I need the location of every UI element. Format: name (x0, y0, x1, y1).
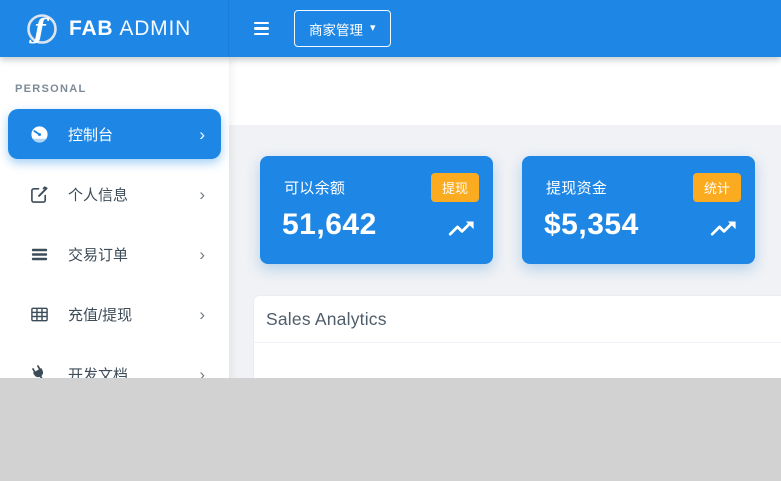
list-icon (30, 245, 49, 264)
sidebar-item-orders[interactable]: 交易订单 › (8, 229, 221, 279)
stat-card-withdraw-funds: 提现资金 统计 $5,354 (522, 156, 755, 264)
sidebar-section-label: PERSONAL (15, 83, 229, 95)
stat-card-balance: 可以余额 提现 51,642 (260, 156, 493, 264)
trending-up-icon (448, 219, 476, 242)
sidebar-item-profile[interactable]: 个人信息 › (8, 169, 221, 219)
brand-title: FAB ADMIN (69, 17, 191, 41)
stat-card-label: 提现资金 (546, 177, 607, 198)
sidebar-item-label: 个人信息 (68, 184, 128, 205)
edit-icon (30, 185, 49, 204)
brand-logo-icon: ƒ (24, 11, 60, 47)
top-navbar: ƒ FAB ADMIN 商家管理 ▾ (0, 0, 781, 57)
table-icon (30, 305, 49, 324)
sidebar-item-label: 交易订单 (68, 244, 128, 265)
chevron-right-icon: › (199, 126, 205, 143)
sidebar-item-dashboard[interactable]: 控制台 › (8, 109, 221, 159)
stat-card-label: 可以余额 (284, 177, 345, 198)
stat-card-value: $5,354 (544, 208, 639, 242)
withdraw-badge-button[interactable]: 提现 (431, 173, 479, 202)
sidebar-item-label: 充值/提现 (68, 304, 132, 325)
brand: ƒ FAB ADMIN (0, 0, 229, 57)
content-top-strip (229, 57, 781, 125)
chevron-right-icon: › (199, 306, 205, 323)
trending-up-icon (710, 219, 738, 242)
stats-badge-button[interactable]: 统计 (693, 173, 741, 202)
sidebar-toggle-icon[interactable] (254, 22, 272, 36)
brand-title-light: ADMIN (119, 17, 191, 40)
chevron-right-icon: › (199, 186, 205, 203)
stat-card-value: 51,642 (282, 208, 377, 242)
panel-title: Sales Analytics (254, 296, 781, 343)
caret-down-icon: ▾ (370, 23, 376, 34)
chevron-right-icon: › (199, 246, 205, 263)
sidebar-menu: 控制台 › 个人信息 › 交易订单 › (8, 109, 221, 399)
sidebar-item-recharge-withdraw[interactable]: 充值/提现 › (8, 289, 221, 339)
screenshot-cutoff-overlay (0, 378, 781, 481)
brand-title-bold: FAB (69, 17, 113, 40)
merchant-menu-button[interactable]: 商家管理 ▾ (294, 10, 391, 47)
dashboard-gauge-icon (30, 125, 49, 144)
merchant-menu-label: 商家管理 (309, 19, 363, 39)
sidebar-item-label: 控制台 (68, 124, 113, 145)
